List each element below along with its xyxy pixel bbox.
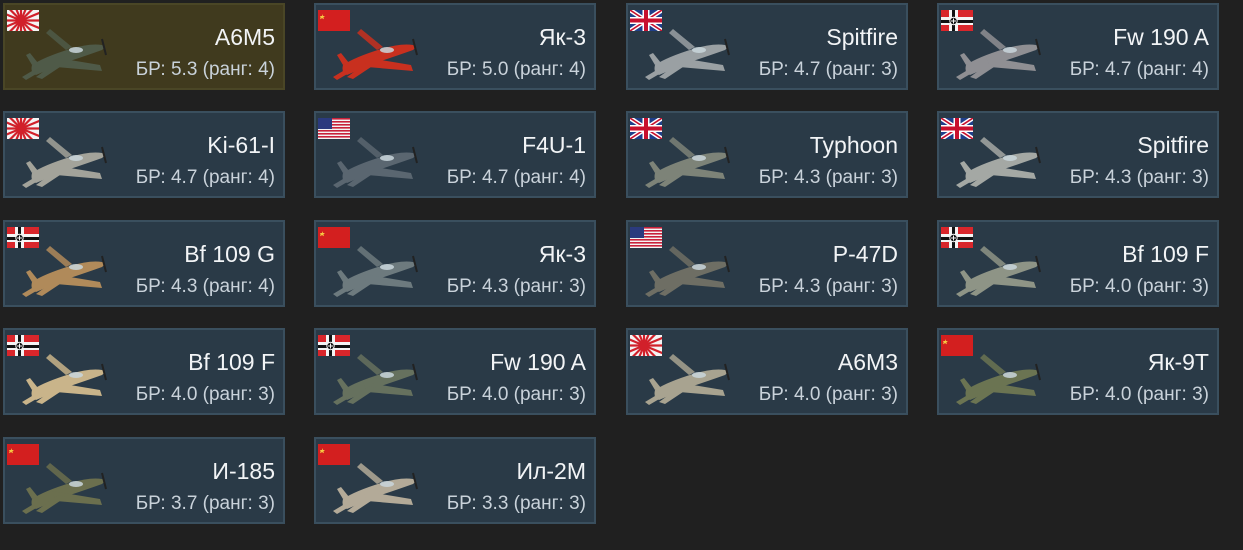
vehicle-name: A6M5 bbox=[214, 24, 275, 50]
battle-rating: БР: 3.3 (ранг: 3) bbox=[446, 493, 586, 514]
germany-flag-icon bbox=[941, 10, 973, 31]
battle-rating: БР: 4.3 (ранг: 4) bbox=[135, 276, 275, 297]
japan-flag-icon bbox=[628, 330, 674, 376]
vehicle-name: Fw 190 A bbox=[490, 349, 586, 375]
vehicle-card[interactable]: Fw 190 A БР: 4.0 (ранг: 3) bbox=[314, 328, 596, 415]
vehicle-card[interactable]: Spitfire БР: 4.3 (ранг: 3) bbox=[937, 111, 1219, 198]
battle-rating: БР: 4.7 (ранг: 3) bbox=[758, 59, 898, 80]
battle-rating: БР: 4.0 (ранг: 3) bbox=[1069, 276, 1209, 297]
vehicle-card[interactable]: Bf 109 F БР: 4.0 (ранг: 3) bbox=[3, 328, 285, 415]
ussr-flag-icon bbox=[318, 10, 350, 31]
germany-flag-icon bbox=[318, 335, 350, 356]
vehicle-card[interactable]: A6M5 БР: 5.3 (ранг: 4) bbox=[3, 3, 285, 90]
vehicle-card[interactable]: A6M3 БР: 4.0 (ранг: 3) bbox=[626, 328, 908, 415]
vehicle-card[interactable]: Ki-61-I БР: 4.7 (ранг: 4) bbox=[3, 111, 285, 198]
germany-flag-icon bbox=[7, 335, 39, 356]
ussr-flag-icon bbox=[941, 335, 973, 356]
battle-rating: БР: 4.3 (ранг: 3) bbox=[758, 167, 898, 188]
vehicle-name: Як-3 bbox=[538, 24, 586, 50]
vehicle-card[interactable]: F4U-1 БР: 4.7 (ранг: 4) bbox=[314, 111, 596, 198]
vehicle-name: A6M3 bbox=[837, 349, 898, 375]
battle-rating: БР: 4.0 (ранг: 3) bbox=[446, 384, 586, 405]
germany-flag-icon bbox=[941, 227, 973, 248]
vehicle-name: F4U-1 bbox=[522, 132, 586, 158]
japan-flag-icon bbox=[5, 113, 51, 159]
battle-rating: БР: 4.3 (ранг: 3) bbox=[446, 276, 586, 297]
vehicle-name: Bf 109 G bbox=[184, 241, 275, 267]
vehicle-name: Typhoon bbox=[809, 132, 898, 158]
ussr-flag-icon bbox=[318, 227, 350, 248]
vehicle-name: Bf 109 F bbox=[188, 349, 275, 375]
vehicle-name: Spitfire bbox=[826, 24, 898, 50]
vehicle-name: Ил-2М bbox=[516, 458, 586, 484]
battle-rating: БР: 4.7 (ранг: 4) bbox=[1069, 59, 1209, 80]
uk-flag-icon bbox=[628, 8, 664, 33]
vehicle-card[interactable]: Bf 109 F БР: 4.0 (ранг: 3) bbox=[937, 220, 1219, 307]
battle-rating: БР: 4.0 (ранг: 3) bbox=[758, 384, 898, 405]
uk-flag-icon bbox=[628, 116, 664, 141]
vehicle-name: Ki-61-I bbox=[207, 132, 275, 158]
battle-rating: БР: 5.3 (ранг: 4) bbox=[135, 59, 275, 80]
vehicle-card[interactable]: И-185 БР: 3.7 (ранг: 3) bbox=[3, 437, 285, 524]
battle-rating: БР: 3.7 (ранг: 3) bbox=[135, 493, 275, 514]
battle-rating: БР: 4.3 (ранг: 3) bbox=[758, 276, 898, 297]
ussr-flag-icon bbox=[318, 444, 350, 465]
battle-rating: БР: 4.0 (ранг: 3) bbox=[135, 384, 275, 405]
ussr-flag-icon bbox=[7, 444, 39, 465]
vehicle-card[interactable]: Bf 109 G БР: 4.3 (ранг: 4) bbox=[3, 220, 285, 307]
vehicle-card[interactable]: Як-3 БР: 5.0 (ранг: 4) bbox=[314, 3, 596, 90]
vehicle-card[interactable]: Ил-2М БР: 3.3 (ранг: 3) bbox=[314, 437, 596, 524]
vehicle-name: Fw 190 A bbox=[1113, 24, 1209, 50]
vehicle-name: Spitfire bbox=[1137, 132, 1209, 158]
battle-rating: БР: 4.3 (ранг: 3) bbox=[1069, 167, 1209, 188]
vehicle-card[interactable]: Як-9Т БР: 4.0 (ранг: 3) bbox=[937, 328, 1219, 415]
vehicle-grid: A6M5 БР: 5.3 (ранг: 4) Як-3 БР: 5.0 (ранг: … bbox=[0, 0, 1243, 550]
battle-rating: БР: 4.0 (ранг: 3) bbox=[1069, 384, 1209, 405]
battle-rating: БР: 4.7 (ранг: 4) bbox=[446, 167, 586, 188]
germany-flag-icon bbox=[7, 227, 39, 248]
uk-flag-icon bbox=[939, 116, 975, 141]
usa-flag-icon bbox=[318, 118, 350, 139]
vehicle-card[interactable]: P-47D БР: 4.3 (ранг: 3) bbox=[626, 220, 908, 307]
vehicle-name: Bf 109 F bbox=[1122, 241, 1209, 267]
vehicle-name: P-47D bbox=[832, 241, 898, 267]
usa-flag-icon bbox=[630, 227, 662, 248]
vehicle-card[interactable]: Fw 190 A БР: 4.7 (ранг: 4) bbox=[937, 3, 1219, 90]
vehicle-name: Як-9Т bbox=[1147, 349, 1209, 375]
vehicle-card[interactable]: Як-3 БР: 4.3 (ранг: 3) bbox=[314, 220, 596, 307]
vehicle-card[interactable]: Typhoon БР: 4.3 (ранг: 3) bbox=[626, 111, 908, 198]
battle-rating: БР: 5.0 (ранг: 4) bbox=[446, 59, 586, 80]
vehicle-name: Як-3 bbox=[538, 241, 586, 267]
vehicle-name: И-185 bbox=[212, 458, 275, 484]
battle-rating: БР: 4.7 (ранг: 4) bbox=[135, 167, 275, 188]
japan-flag-icon bbox=[5, 5, 51, 51]
vehicle-card[interactable]: Spitfire БР: 4.7 (ранг: 3) bbox=[626, 3, 908, 90]
